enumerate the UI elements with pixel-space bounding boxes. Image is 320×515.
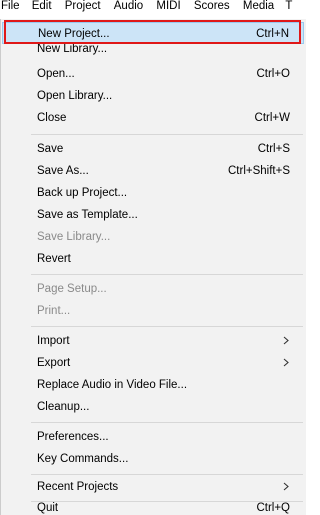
menu-item-label: Save as Template... <box>37 209 138 221</box>
menu-item-page-setup: Page Setup... <box>2 278 304 300</box>
menu-item-new-library[interactable]: New Library... <box>2 42 304 64</box>
menu-item-close[interactable]: Close Ctrl+W <box>2 107 304 129</box>
menu-item-print: Print... <box>2 300 304 322</box>
menu-item-back-up-project[interactable]: Back up Project... <box>2 182 304 204</box>
file-menu-dropdown: New Project... Ctrl+N New Library... Ope… <box>0 19 306 515</box>
menubar-file[interactable]: File <box>1 0 20 19</box>
menu-item-save-as[interactable]: Save As... Ctrl+Shift+S <box>2 160 304 182</box>
menu-item-label: Quit <box>37 502 59 514</box>
menu-item-open-library[interactable]: Open Library... <box>2 85 304 107</box>
menu-bar: File Edit Project Audio MIDI Scores Medi… <box>0 0 306 19</box>
menu-item-save-as-template[interactable]: Save as Template... <box>2 204 304 226</box>
menubar-scores[interactable]: Scores <box>194 0 230 19</box>
menubar-project[interactable]: Project <box>65 0 101 19</box>
menu-item-open[interactable]: Open... Ctrl+O <box>2 63 304 85</box>
menu-item-key-commands[interactable]: Key Commands... <box>2 448 304 470</box>
menu-item-shortcut: Ctrl+S <box>257 143 290 155</box>
menu-item-label: Cleanup... <box>37 401 90 413</box>
menu-item-export[interactable]: Export <box>2 352 304 374</box>
menu-separator <box>31 474 303 475</box>
menu-item-label: Page Setup... <box>37 283 107 295</box>
menu-item-quit[interactable]: Quit Ctrl+Q <box>2 493 304 515</box>
menu-item-label: Recent Projects <box>37 481 119 493</box>
menu-item-import[interactable]: Import <box>2 330 304 352</box>
menu-item-label: Print... <box>37 305 71 317</box>
menu-separator <box>31 274 303 275</box>
menu-item-label: Revert <box>37 253 71 265</box>
menubar-audio[interactable]: Audio <box>114 0 143 19</box>
menu-item-shortcut: Ctrl+N <box>256 28 289 40</box>
menu-item-label: Replace Audio in Video File... <box>37 379 188 391</box>
menu-item-label: Import <box>37 335 70 347</box>
menu-item-revert[interactable]: Revert <box>2 248 304 270</box>
menu-item-shortcut: Ctrl+O <box>256 68 290 80</box>
menu-item-new-project[interactable]: New Project... Ctrl+N <box>2 22 304 44</box>
menu-item-preferences[interactable]: Preferences... <box>2 426 304 448</box>
menubar-media[interactable]: Media <box>243 0 274 19</box>
menu-item-label: Save As... <box>37 165 89 177</box>
menu-item-label: Open... <box>37 68 75 80</box>
menu-item-save-library: Save Library... <box>2 226 304 248</box>
menubar-truncated[interactable]: T <box>285 0 292 19</box>
menu-item-save[interactable]: Save Ctrl+S <box>2 138 304 160</box>
menu-item-label: Preferences... <box>37 431 109 443</box>
menu-item-label: Export <box>37 357 71 369</box>
menubar-edit[interactable]: Edit <box>32 0 52 19</box>
menu-item-label: Save <box>37 143 64 155</box>
app-window: File Edit Project Audio MIDI Scores Medi… <box>0 0 306 515</box>
menu-separator <box>31 422 303 423</box>
menu-item-label: New Library... <box>37 43 108 55</box>
menu-item-label: Key Commands... <box>37 453 129 465</box>
menu-item-label: Back up Project... <box>37 187 128 199</box>
menu-item-shortcut: Ctrl+Q <box>256 502 290 514</box>
chevron-right-icon <box>282 333 290 347</box>
menu-item-replace-audio[interactable]: Replace Audio in Video File... <box>2 374 304 396</box>
chevron-right-icon <box>282 355 290 369</box>
menu-separator <box>31 326 303 327</box>
menu-item-shortcut: Ctrl+Shift+S <box>228 165 290 177</box>
menu-item-label: Save Library... <box>37 231 111 243</box>
menu-item-label: Open Library... <box>37 90 113 102</box>
chevron-right-icon <box>282 479 290 493</box>
menu-item-label: New Project... <box>38 28 110 40</box>
menu-separator <box>31 134 303 135</box>
menubar-midi[interactable]: MIDI <box>156 0 180 19</box>
menu-item-cleanup[interactable]: Cleanup... <box>2 396 304 418</box>
menu-item-shortcut: Ctrl+W <box>254 112 290 124</box>
menu-item-label: Close <box>37 112 67 124</box>
